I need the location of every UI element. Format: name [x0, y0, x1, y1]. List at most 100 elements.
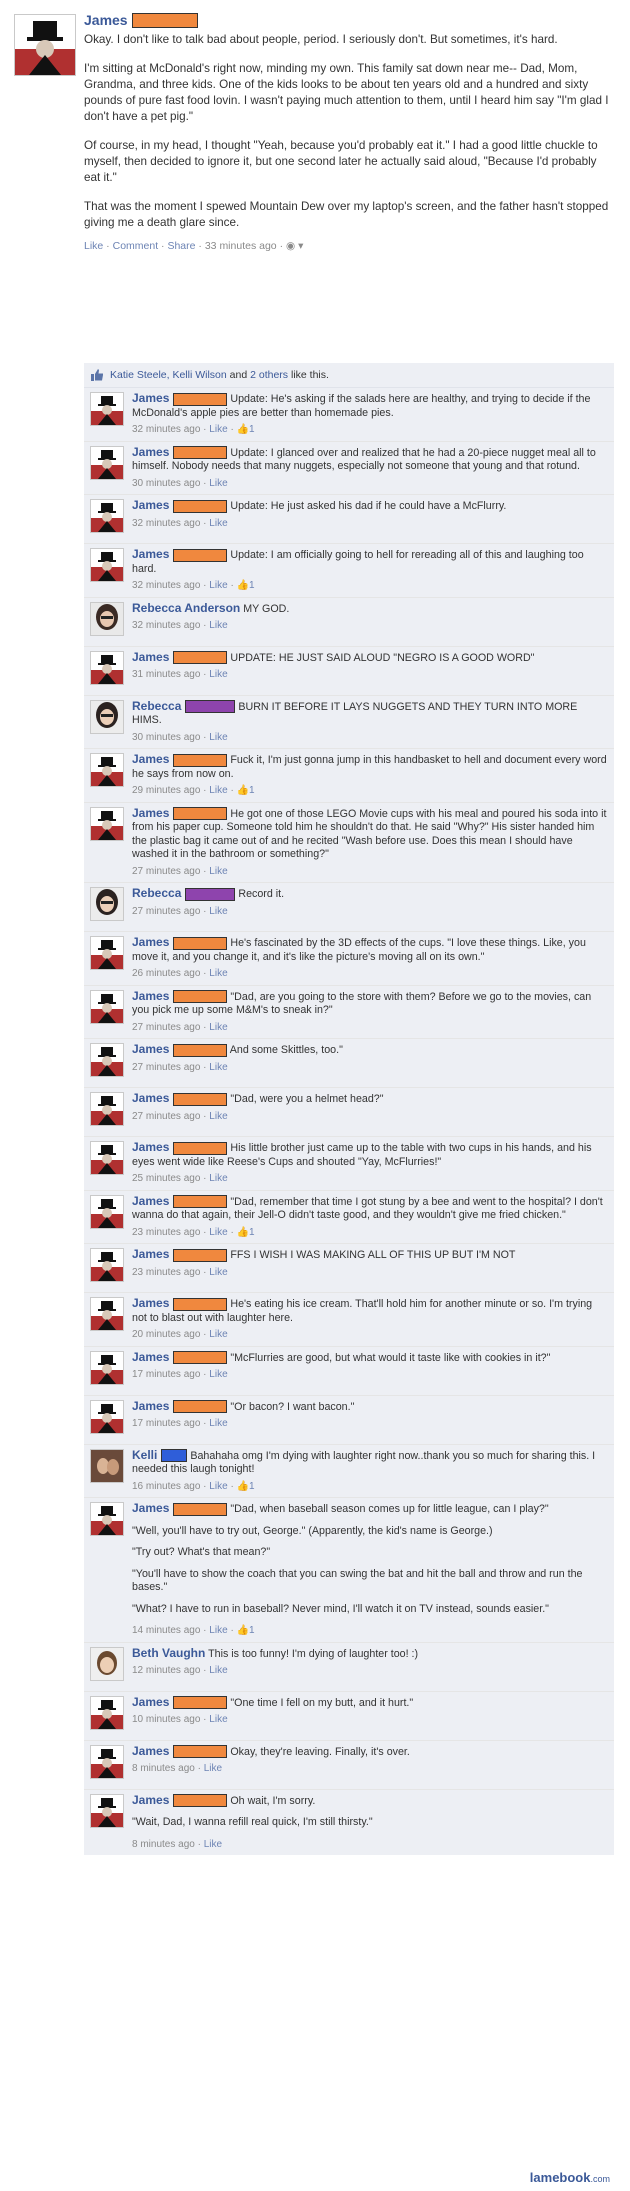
comment-timestamp[interactable]: 30 minutes ago — [132, 732, 200, 743]
commenter-name[interactable]: James — [132, 1042, 169, 1056]
commenter-name[interactable]: James — [132, 1399, 169, 1413]
comment-link[interactable]: Comment — [113, 240, 159, 252]
comment-like-link[interactable]: Like — [209, 866, 227, 877]
post-author-name[interactable]: James — [84, 12, 128, 28]
commenter-avatar[interactable] — [90, 1502, 124, 1536]
commenter-avatar[interactable] — [90, 650, 124, 685]
comment-timestamp[interactable]: 8 minutes ago — [132, 1839, 195, 1850]
commenter-name[interactable]: James — [132, 1744, 169, 1758]
commenter-name[interactable]: James — [132, 1296, 169, 1310]
comment-like-link[interactable]: Like — [209, 1111, 227, 1122]
commenter-name[interactable]: James — [132, 445, 169, 459]
comment-timestamp[interactable]: 10 minutes ago — [132, 1714, 200, 1725]
comment-like-link[interactable]: Like — [209, 732, 227, 743]
comment-like-link[interactable]: Like — [209, 620, 227, 631]
commenter-name[interactable]: Kelli — [132, 1448, 157, 1462]
comment-timestamp[interactable]: 14 minutes ago — [132, 1625, 200, 1636]
thumbs-up-icon[interactable]: 👍 — [237, 1481, 249, 1492]
comment-like-count[interactable]: 1 — [249, 1625, 255, 1636]
comment-timestamp[interactable]: 23 minutes ago — [132, 1267, 200, 1278]
commenter-name[interactable]: Rebecca — [132, 699, 181, 713]
chevron-down-icon[interactable]: ▾ — [298, 240, 303, 252]
comment-timestamp[interactable]: 32 minutes ago — [132, 620, 200, 631]
comment-like-count[interactable]: 1 — [249, 580, 255, 591]
comment-like-link[interactable]: Like — [209, 1173, 227, 1184]
commenter-name[interactable]: James — [132, 1091, 169, 1105]
share-link[interactable]: Share — [167, 240, 195, 252]
commenter-name[interactable]: James — [132, 806, 169, 820]
comment-like-link[interactable]: Like — [209, 1369, 227, 1380]
commenter-name[interactable]: James — [132, 1194, 169, 1208]
commenter-name[interactable]: James — [132, 498, 169, 512]
commenter-avatar[interactable] — [90, 1646, 124, 1681]
commenter-avatar[interactable] — [90, 1744, 124, 1779]
commenter-name[interactable]: Rebecca Anderson — [132, 601, 240, 615]
commenter-avatar[interactable] — [90, 989, 124, 1024]
comment-like-link[interactable]: Like — [209, 1665, 227, 1676]
thumbs-up-icon[interactable]: 👍 — [237, 1625, 249, 1636]
commenter-name[interactable]: James — [132, 547, 169, 561]
comment-timestamp[interactable]: 27 minutes ago — [132, 1111, 200, 1122]
comment-like-link[interactable]: Like — [209, 669, 227, 680]
comment-timestamp[interactable]: 30 minutes ago — [132, 478, 200, 489]
comment-timestamp[interactable]: 27 minutes ago — [132, 1022, 200, 1033]
commenter-name[interactable]: James — [132, 650, 169, 664]
comment-like-link[interactable]: Like — [209, 1267, 227, 1278]
comment-like-link[interactable]: Like — [209, 1625, 227, 1636]
commenter-avatar[interactable] — [90, 1043, 124, 1077]
comment-like-link[interactable]: Like — [209, 478, 227, 489]
commenter-name[interactable]: Rebecca — [132, 886, 181, 900]
commenter-name[interactable]: James — [132, 1501, 169, 1515]
comment-like-link[interactable]: Like — [209, 1022, 227, 1033]
commenter-avatar[interactable] — [90, 806, 124, 841]
comment-like-link[interactable]: Like — [209, 1714, 227, 1725]
commenter-avatar[interactable] — [90, 1448, 124, 1483]
comment-timestamp[interactable]: 27 minutes ago — [132, 906, 200, 917]
thumbs-up-icon[interactable]: 👍 — [237, 785, 249, 796]
comment-like-link[interactable]: Like — [209, 424, 227, 435]
post-timestamp[interactable]: 33 minutes ago — [205, 240, 277, 252]
comment-timestamp[interactable]: 20 minutes ago — [132, 1329, 200, 1340]
commenter-name[interactable]: Beth Vaughn — [132, 1646, 205, 1660]
comment-like-link[interactable]: Like — [209, 785, 227, 796]
comment-timestamp[interactable]: 16 minutes ago — [132, 1481, 200, 1492]
author-avatar[interactable] — [14, 14, 76, 76]
comment-like-count[interactable]: 1 — [249, 1481, 255, 1492]
commenter-avatar[interactable] — [90, 601, 124, 636]
commenter-avatar[interactable] — [90, 699, 124, 734]
comment-timestamp[interactable]: 23 minutes ago — [132, 1227, 200, 1238]
like-link[interactable]: Like — [84, 240, 103, 252]
comment-timestamp[interactable]: 32 minutes ago — [132, 580, 200, 591]
commenter-name[interactable]: James — [132, 752, 169, 766]
commenter-avatar[interactable] — [90, 1194, 124, 1229]
comment-timestamp[interactable]: 27 minutes ago — [132, 1062, 200, 1073]
comment-like-link[interactable]: Like — [209, 1481, 227, 1492]
likes-others-link[interactable]: 2 others — [250, 369, 288, 381]
comment-like-link[interactable]: Like — [209, 1227, 227, 1238]
commenter-avatar[interactable] — [90, 445, 124, 480]
comment-timestamp[interactable]: 8 minutes ago — [132, 1763, 195, 1774]
comment-timestamp[interactable]: 17 minutes ago — [132, 1418, 200, 1429]
comment-like-count[interactable]: 1 — [249, 785, 255, 796]
likers-names[interactable]: Katie Steele, Kelli Wilson — [110, 369, 227, 381]
commenter-name[interactable]: James — [132, 1247, 169, 1261]
commenter-avatar[interactable] — [90, 1793, 124, 1828]
commenter-avatar[interactable] — [90, 1399, 124, 1434]
comment-like-link[interactable]: Like — [209, 580, 227, 591]
comment-like-link[interactable]: Like — [209, 1418, 227, 1429]
comment-like-link[interactable]: Like — [204, 1839, 222, 1850]
thumbs-up-icon[interactable]: 👍 — [237, 1227, 249, 1238]
commenter-avatar[interactable] — [90, 1350, 124, 1385]
commenter-avatar[interactable] — [90, 887, 124, 921]
commenter-avatar[interactable] — [90, 753, 124, 787]
commenter-avatar[interactable] — [90, 1248, 124, 1282]
commenter-avatar[interactable] — [90, 1141, 124, 1175]
commenter-name[interactable]: James — [132, 1140, 169, 1154]
comment-timestamp[interactable]: 17 minutes ago — [132, 1369, 200, 1380]
comment-like-link[interactable]: Like — [209, 1329, 227, 1340]
comment-like-count[interactable]: 1 — [249, 1227, 255, 1238]
comment-like-link[interactable]: Like — [209, 906, 227, 917]
commenter-name[interactable]: James — [132, 1695, 169, 1709]
thumbs-up-icon[interactable]: 👍 — [237, 580, 249, 591]
commenter-avatar[interactable] — [90, 1297, 124, 1331]
